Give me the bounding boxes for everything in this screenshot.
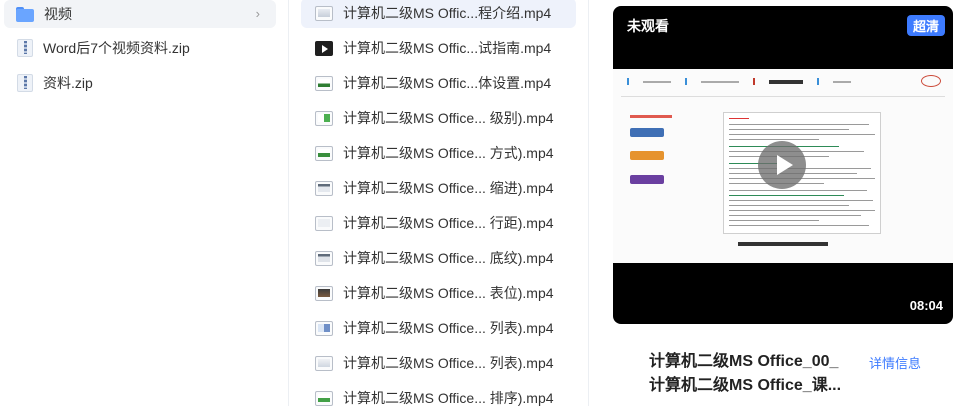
video-title-line: 计算机二级MS Office_00_ bbox=[649, 353, 839, 370]
video-thumbnail-icon bbox=[315, 215, 333, 231]
file-row[interactable]: 计算机二级MS Office... 排序).mp4 bbox=[301, 383, 576, 406]
file-name: 计算机二级MS Office... 表位).mp4 bbox=[343, 285, 554, 301]
file-row[interactable]: 计算机二级MS Office... 列表).mp4 bbox=[301, 348, 576, 378]
file-name: 计算机二级MS Office... 排序).mp4 bbox=[343, 390, 554, 406]
file-row[interactable]: 计算机二级MS Offic...体设置.mp4 bbox=[301, 68, 576, 98]
video-thumbnail-icon bbox=[315, 390, 333, 406]
zip-file-icon bbox=[17, 39, 33, 57]
video-thumbnail-icon bbox=[315, 180, 333, 196]
logo-icon bbox=[921, 75, 941, 87]
file-name: 计算机二级MS Office... 底纹).mp4 bbox=[343, 250, 554, 266]
play-button[interactable] bbox=[758, 141, 806, 189]
video-frame bbox=[613, 69, 953, 263]
watch-status-badge: 未观看 bbox=[623, 15, 673, 37]
folder-icon bbox=[16, 6, 34, 22]
file-name: 计算机二级MS Offic...体设置.mp4 bbox=[343, 75, 552, 91]
file-row[interactable]: 计算机二级MS Office... 行距).mp4 bbox=[301, 208, 576, 238]
zip-file-icon bbox=[17, 74, 33, 92]
chevron-right-icon: › bbox=[255, 6, 260, 21]
file-row[interactable]: 计算机二级MS Office... 列表).mp4 bbox=[301, 313, 576, 343]
zip-item-label: Word后7个视频资料.zip bbox=[43, 40, 190, 56]
video-thumbnail-icon bbox=[315, 285, 333, 301]
folder-tree-panel: 视频 › Word后7个视频资料.zip 资料.zip bbox=[0, 0, 289, 406]
file-row[interactable]: 计算机二级MS Office... 方式).mp4 bbox=[301, 138, 576, 168]
video-thumbnail-icon bbox=[315, 145, 333, 161]
folder-item-label: 视频 bbox=[44, 6, 72, 22]
zip-item-materials[interactable]: 资料.zip bbox=[4, 69, 276, 97]
file-row[interactable]: 计算机二级MS Offic...程介绍.mp4 bbox=[301, 0, 576, 28]
file-row[interactable]: 计算机二级MS Office... 底纹).mp4 bbox=[301, 243, 576, 273]
video-thumbnail-icon bbox=[315, 75, 333, 91]
file-row[interactable]: 计算机二级MS Office... 缩进).mp4 bbox=[301, 173, 576, 203]
file-name: 计算机二级MS Office... 列表).mp4 bbox=[343, 320, 554, 336]
video-thumbnail-icon bbox=[315, 5, 333, 21]
video-preview[interactable]: 未观看 超清 08:04 bbox=[613, 6, 953, 324]
file-name: 计算机二级MS Office... 方式).mp4 bbox=[343, 145, 554, 161]
file-name: 计算机二级MS Office... 缩进).mp4 bbox=[343, 180, 554, 196]
video-duration: 08:04 bbox=[909, 298, 943, 313]
file-row[interactable]: 计算机二级MS Office... 级别).mp4 bbox=[301, 103, 576, 133]
file-name: 计算机二级MS Office... 行距).mp4 bbox=[343, 215, 554, 231]
video-play-thumbnail-icon bbox=[315, 40, 333, 56]
file-name: 计算机二级MS Office... 列表).mp4 bbox=[343, 355, 554, 371]
video-thumbnail-icon bbox=[315, 110, 333, 126]
file-name: 计算机二级MS Offic...试指南.mp4 bbox=[343, 40, 552, 56]
file-name: 计算机二级MS Offic...程介绍.mp4 bbox=[343, 5, 552, 21]
file-row[interactable]: 计算机二级MS Offic...试指南.mp4 bbox=[301, 33, 576, 63]
video-title: 计算机二级MS Office_00_ 计算机二级MS Office_课... bbox=[649, 350, 859, 398]
zip-item-word-videos[interactable]: Word后7个视频资料.zip bbox=[4, 34, 276, 62]
video-thumbnail-icon bbox=[315, 320, 333, 336]
video-title-line: 计算机二级MS Office_课... bbox=[649, 377, 842, 394]
file-name: 计算机二级MS Office... 级别).mp4 bbox=[343, 110, 554, 126]
folder-item-videos[interactable]: 视频 › bbox=[4, 0, 276, 28]
file-row[interactable]: 计算机二级MS Office... 表位).mp4 bbox=[301, 278, 576, 308]
quality-badge[interactable]: 超清 bbox=[906, 15, 945, 36]
zip-item-label: 资料.zip bbox=[43, 75, 93, 91]
video-thumbnail-icon bbox=[315, 250, 333, 266]
video-thumbnail-icon bbox=[315, 355, 333, 371]
file-list-panel: 计算机二级MS Offic...程介绍.mp4 计算机二级MS Offic...… bbox=[289, 0, 589, 406]
detail-info-link[interactable]: 详情信息 bbox=[869, 353, 921, 372]
